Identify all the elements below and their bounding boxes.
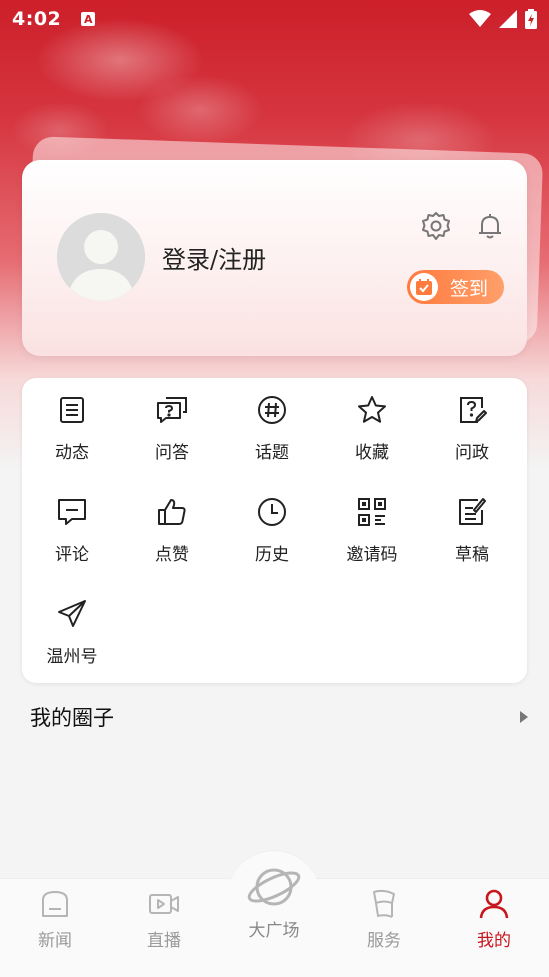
avatar[interactable] [57,213,145,301]
planet-icon [247,868,301,906]
battery-icon [525,9,537,29]
my-circles-title: 我的圈子 [30,706,114,730]
article-icon [60,397,84,423]
menu-item-label: 收藏 [355,443,389,463]
news-icon [42,891,68,917]
signal-icon [499,10,517,28]
flag-icon [373,889,395,918]
menu-item-dynamics[interactable]: 动态 [22,378,122,468]
tab-label: 服务 [367,931,401,951]
check-in-button[interactable]: 签到 [407,270,504,304]
menu-item-history[interactable]: 历史 [222,480,322,570]
menu-item-label: 问答 [155,443,189,463]
check-in-label: 签到 [450,277,489,300]
menu-item-label: 问政 [455,443,489,463]
notifications-button[interactable] [474,210,506,242]
tab-label: 我的 [477,931,511,951]
menu-item-label: 点赞 [155,545,189,565]
video-icon [149,894,179,914]
tab-news[interactable]: 新闻 [10,888,100,951]
thumbs-up-icon [158,499,186,525]
tab-profile[interactable]: 我的 [449,888,539,951]
menu-item-likes[interactable]: 点赞 [122,480,222,570]
menu-item-label: 草稿 [455,545,489,565]
bell-icon [479,214,501,239]
status-bar: 4:02 A [0,0,549,38]
send-icon [58,600,86,627]
gear-icon [422,212,450,240]
menu-item-topics[interactable]: 话题 [222,378,322,468]
status-time: 4:02 [12,8,62,30]
question-edit-icon [460,397,487,423]
profile-card: 登录/注册 签到 [22,160,527,356]
menu-item-inquiry[interactable]: 问政 [422,378,522,468]
notification-badge-icon: A [81,12,96,26]
menu-item-label: 话题 [255,443,289,463]
tab-label: 大广场 [248,921,300,941]
my-circles-row[interactable]: 我的圈子 [30,700,530,734]
menu-item-label: 评论 [55,545,89,565]
tab-label: 直播 [147,931,181,951]
calendar-check-icon [410,273,438,301]
menu-item-drafts[interactable]: 草稿 [422,480,522,570]
menu-item-label: 温州号 [46,647,98,667]
clock-icon [258,498,286,526]
qa-icon [157,397,187,423]
status-indicators [469,9,537,29]
tab-plaza[interactable]: 大广场 [229,862,319,941]
user-icon [479,889,509,919]
menu-item-comments[interactable]: 评论 [22,480,122,570]
tab-live[interactable]: 直播 [119,888,209,951]
qr-code-icon [358,498,386,526]
login-register-link[interactable]: 登录/注册 [162,240,266,275]
default-avatar-icon [57,213,145,301]
tab-services[interactable]: 服务 [339,888,429,951]
menu-item-favorites[interactable]: 收藏 [322,378,422,468]
settings-button[interactable] [420,210,452,242]
menu-item-wenzhou-account[interactable]: 温州号 [22,582,122,672]
menu-item-invite-code[interactable]: 邀请码 [322,480,422,570]
feature-menu: 动态 问答 话题 收藏 问政 评论 点赞 历史 邀请码 草稿 温州号 [22,378,527,683]
tab-label: 新闻 [38,931,72,951]
wifi-icon [469,10,491,27]
chevron-right-icon [520,711,528,723]
draft-icon [459,498,486,525]
menu-item-label: 动态 [55,443,89,463]
hashtag-icon [258,396,286,424]
comment-icon [58,499,86,525]
menu-item-label: 邀请码 [346,545,398,565]
star-icon [358,396,386,423]
menu-item-label: 历史 [255,545,289,565]
menu-item-qa[interactable]: 问答 [122,378,222,468]
